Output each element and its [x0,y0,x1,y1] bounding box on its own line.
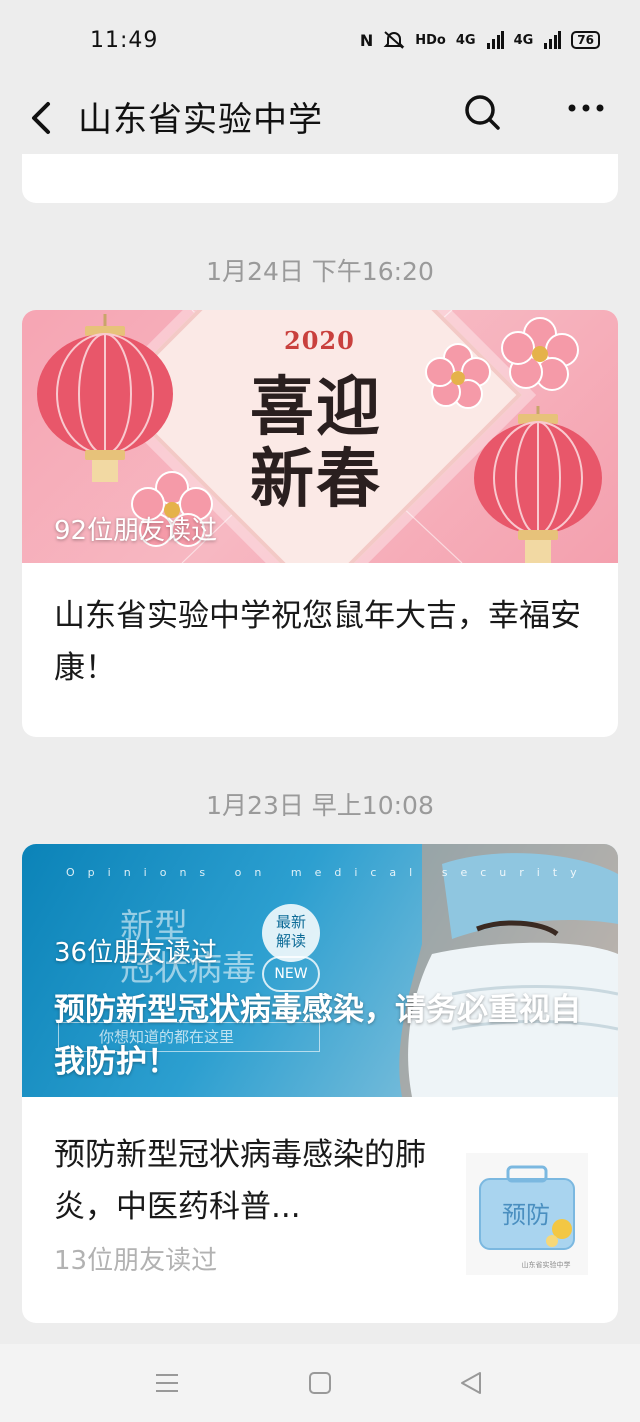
read-count: 92位朋友读过 [54,516,218,546]
message-feed[interactable]: 1月24日 下午16:20 2020 喜迎 新春 92位朋友读过 山东省实验中学… [0,154,640,1344]
network-label: HDo [415,32,446,48]
more-icon[interactable] [564,94,608,138]
article-cover-image[interactable]: Opinions on medical security 新型 冠状病毒 最新 … [22,844,618,1097]
thumb-text: 预防 [502,1201,550,1229]
signal-2-label: 4G [513,32,534,48]
home-icon[interactable] [305,1368,335,1398]
signal-bars-icon [486,31,504,49]
cover-headline-line2: 新春 [250,442,382,517]
signal-bars-icon [544,31,562,49]
cover-english-caption: Opinions on medical security [66,866,590,879]
status-bar: 11:49 N HDo 4G 4G 76 [0,0,640,80]
mute-bell-icon [383,31,405,49]
back-icon[interactable] [22,92,62,142]
nfc-icon: N [359,30,374,50]
lantern-icon [37,314,173,482]
article-card[interactable]: 2020 喜迎 新春 92位朋友读过 山东省实验中学祝您鼠年大吉，幸福安康！ [22,310,618,737]
sub-article-title[interactable]: 预防新型冠状病毒感染的肺炎，中医药科普... [54,1129,434,1233]
sub-article-item[interactable]: 预防新型冠状病毒感染的肺炎，中医药科普... 13位朋友读过 预防 山东省实验中… [22,1097,618,1323]
nav-bar: 山东省实验中学 [0,80,640,154]
article-cover-image[interactable]: 2020 喜迎 新春 92位朋友读过 [22,310,618,563]
timestamp: 1月23日 早上10:08 [206,791,434,820]
menu-icon[interactable] [152,1368,182,1398]
battery-indicator: 76 [571,31,600,49]
previous-article-card[interactable] [22,154,618,203]
status-time: 11:49 [90,28,159,53]
page-title: 山东省实验中学 [78,100,323,140]
thumb-caption: 山东省实验中学 [522,1260,571,1269]
cover-year: 2020 [284,326,355,355]
search-icon[interactable] [460,90,504,134]
cover-headline-line1: 喜迎 [250,370,382,445]
cover-headline: 喜迎 新春 [250,372,382,516]
status-icons: N HDo 4G 4G 76 [360,30,600,50]
flower-icon [425,317,579,409]
badge-line2: 解读 [275,932,306,950]
back-triangle-icon[interactable] [456,1368,486,1398]
signal-1-label: 4G [455,32,476,48]
latest-badge: 最新 解读 [262,904,320,962]
system-navigation-bar [0,1344,640,1422]
sub-article-thumbnail[interactable]: 预防 山东省实验中学 [466,1153,588,1275]
timestamp: 1月24日 下午16:20 [206,257,434,286]
sub-article-read-count: 13位朋友读过 [54,1246,218,1276]
article-title[interactable]: 预防新型冠状病毒感染，请务必重视自我防护！ [54,984,594,1088]
article-card[interactable]: Opinions on medical security 新型 冠状病毒 最新 … [22,844,618,1323]
lantern-icon [474,406,602,563]
badge-line1: 最新 [275,913,306,931]
read-count: 36位朋友读过 [54,938,218,968]
article-title[interactable]: 山东省实验中学祝您鼠年大吉，幸福安康！ [54,590,594,694]
medical-kit-icon: 预防 山东省实验中学 [479,1165,575,1269]
